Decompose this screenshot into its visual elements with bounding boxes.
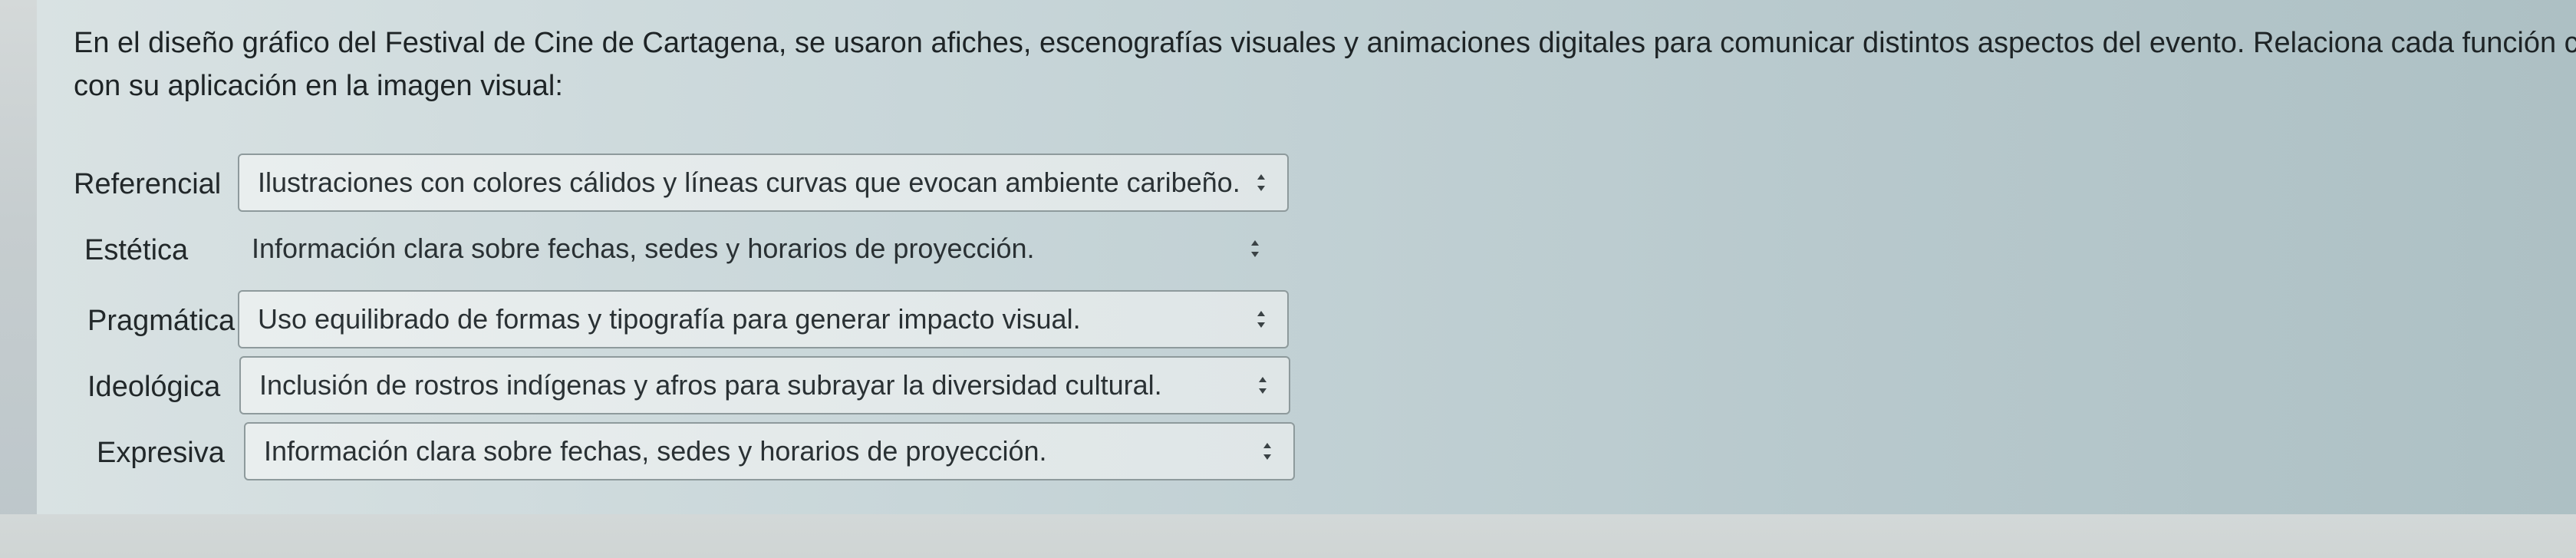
sort-arrows-icon: [1252, 292, 1270, 347]
match-select-pragmatica[interactable]: Uso equilibrado de formas y tipografía p…: [238, 290, 1289, 348]
match-select-ideologica[interactable]: Inclusión de rostros indígenas y afros p…: [239, 356, 1290, 414]
question-line-2: con su aplicación en la imagen visual:: [74, 70, 563, 102]
select-value: Inclusión de rostros indígenas y afros p…: [259, 369, 1162, 401]
match-label: Ideológica: [87, 371, 221, 403]
match-label: Estética: [84, 234, 189, 266]
select-value: Uso equilibrado de formas y tipografía p…: [258, 303, 1081, 335]
select-value: Información clara sobre fechas, sedes y …: [252, 233, 1035, 264]
question-text: En el diseño gráfico del Festival de Cin…: [74, 21, 2576, 107]
match-label: Pragmática: [87, 305, 236, 337]
match-select-estetica[interactable]: Información clara sobre fechas, sedes y …: [232, 220, 1283, 278]
match-select-expresiva[interactable]: Información clara sobre fechas, sedes y …: [244, 422, 1295, 480]
match-select-referencial[interactable]: Ilustraciones con colores cálidos y líne…: [238, 154, 1289, 212]
select-value: Ilustraciones con colores cálidos y líne…: [258, 167, 1240, 198]
select-value: Información clara sobre fechas, sedes y …: [264, 435, 1047, 467]
sort-arrows-icon: [1246, 221, 1264, 276]
page-background: [0, 514, 2576, 558]
match-label: Expresiva: [97, 437, 225, 469]
sort-arrows-icon: [1252, 155, 1270, 210]
match-label: Referencial: [74, 168, 222, 200]
screen: En el diseño gráfico del Festival de Cin…: [0, 0, 2576, 558]
sort-arrows-icon: [1258, 424, 1276, 479]
question-line-1: En el diseño gráfico del Festival de Cin…: [74, 27, 2576, 59]
sort-arrows-icon: [1253, 358, 1272, 413]
